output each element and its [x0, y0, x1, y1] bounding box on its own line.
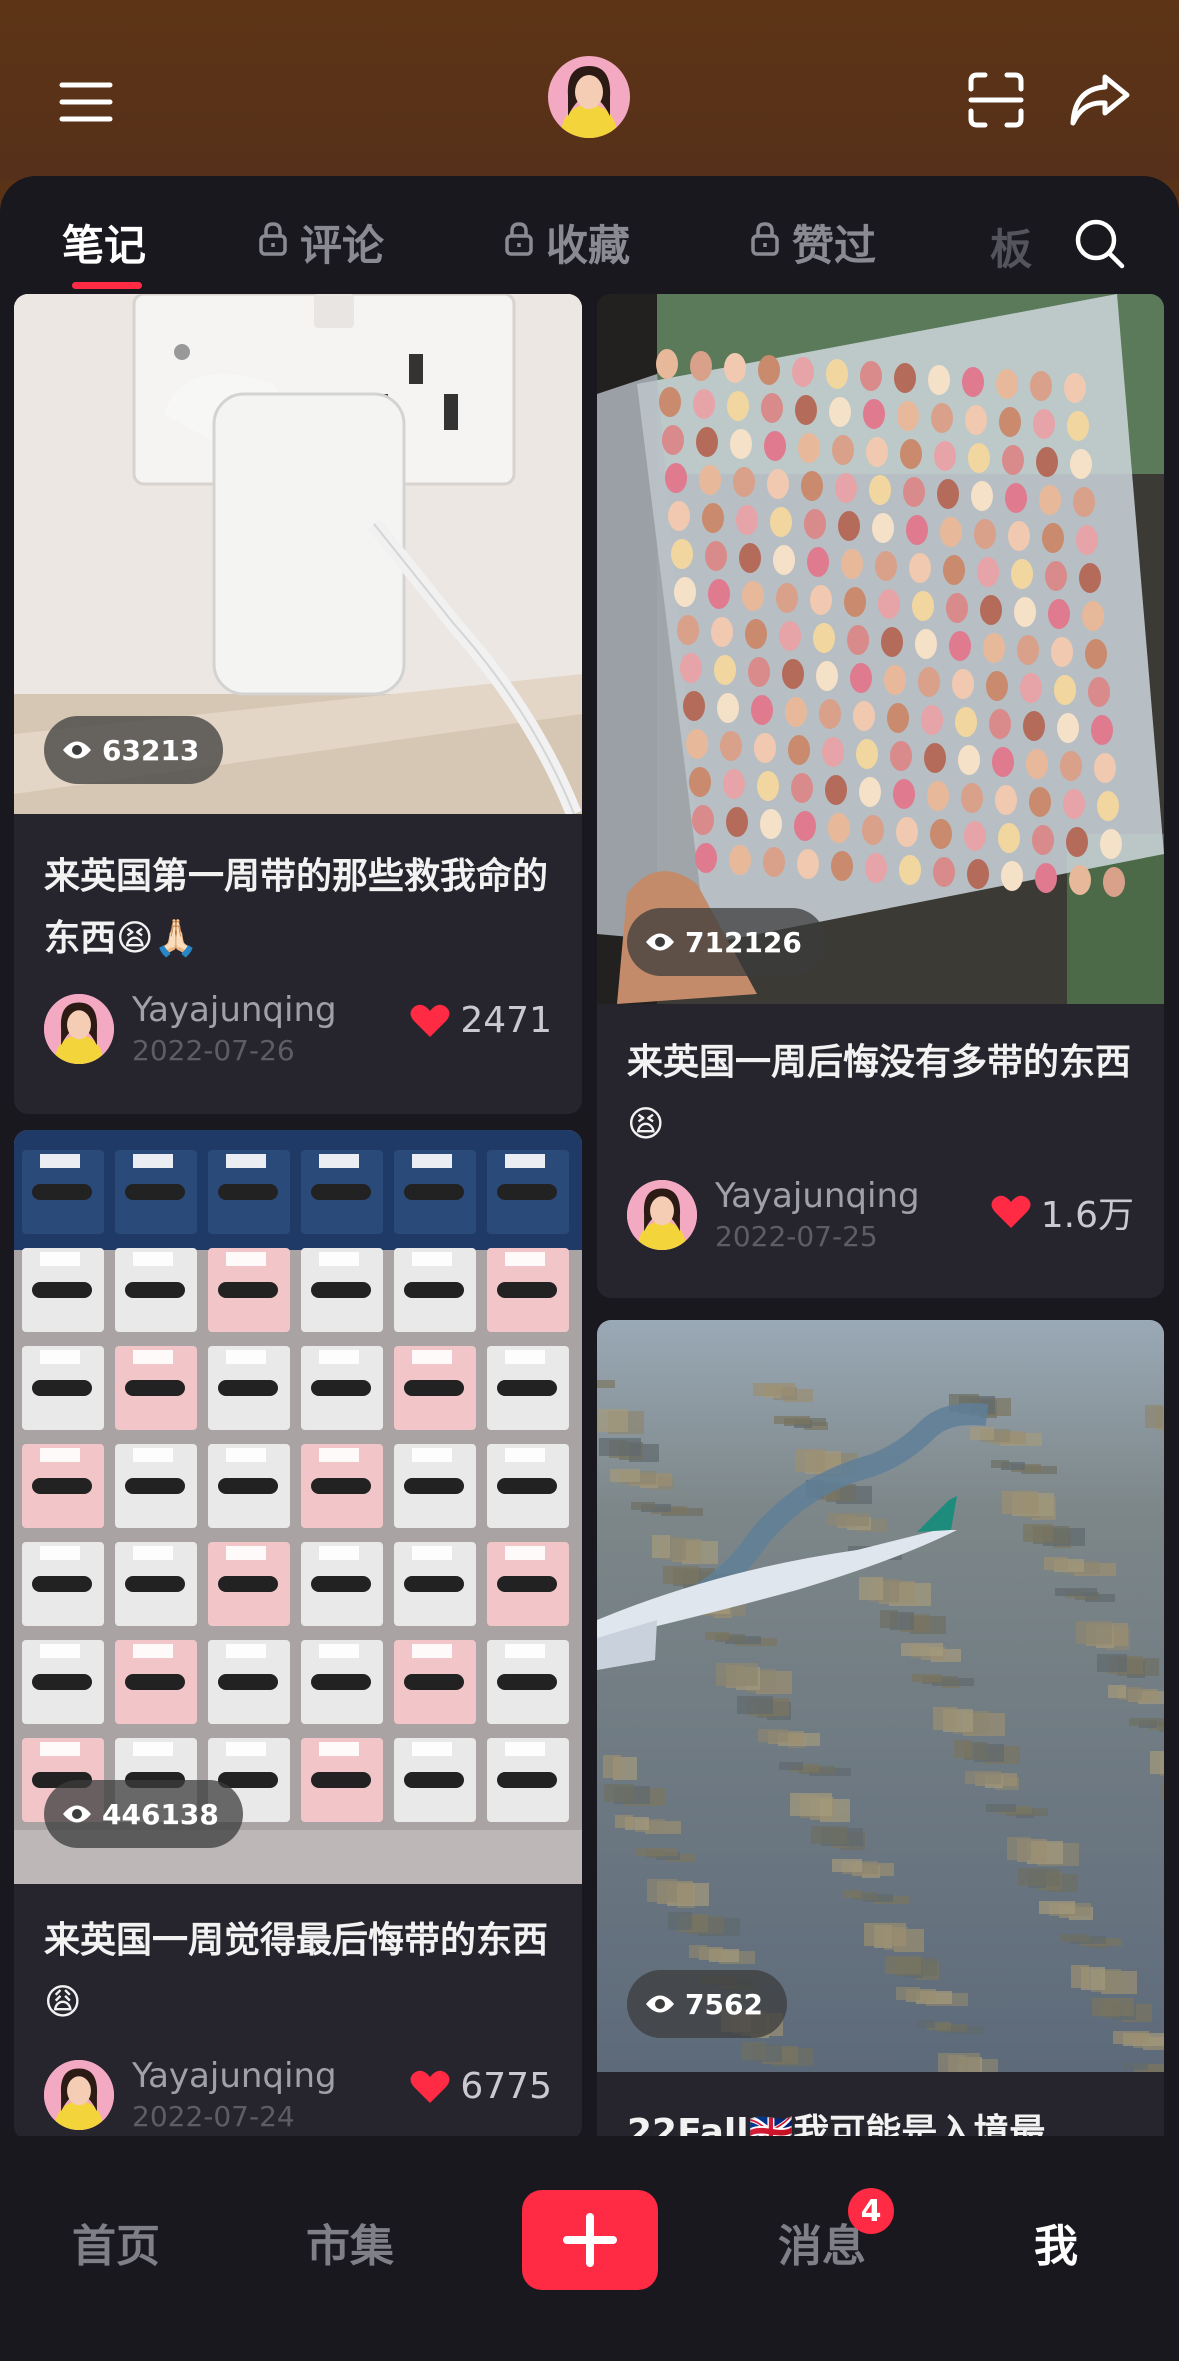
create-note-button[interactable] — [522, 2190, 658, 2290]
eye-icon — [63, 741, 91, 759]
profile-header — [0, 0, 1179, 180]
note-cover-image[interactable] — [597, 1320, 1164, 2072]
like-count: 2471 — [460, 1000, 552, 1041]
tab-label: 笔记 — [62, 220, 147, 270]
heart-icon — [991, 1195, 1031, 1228]
post-date: 2022-07-25 — [715, 1220, 878, 1253]
view-count-badge: 7562 — [627, 1970, 787, 2038]
bottom-nav: 首页 市集 消息 4 我 — [0, 2136, 1179, 2361]
search-icon[interactable] — [1072, 216, 1128, 272]
heart-icon — [410, 2070, 450, 2103]
author-name: Yayajunqing — [132, 990, 337, 1030]
like-button[interactable]: 6775 — [410, 2066, 552, 2107]
author-avatar[interactable] — [627, 1180, 697, 1250]
tab-boards[interactable]: 板 — [990, 216, 1032, 277]
post-date: 2022-07-26 — [132, 1034, 295, 1067]
note-card[interactable]: 63213 来英国第一周带的那些救我命的东西😫🙏🏻 Yayajunqing 20… — [14, 294, 582, 1114]
note-card[interactable]: 446138 来英国一周觉得最后悔带的东西😩 Yayajunqing 2022-… — [14, 1130, 582, 2140]
eye-icon — [646, 933, 674, 951]
menu-icon[interactable] — [46, 62, 126, 142]
tab-liked[interactable]: 赞过 — [750, 214, 876, 270]
note-cover-image[interactable] — [597, 294, 1164, 1004]
view-count-badge: 63213 — [44, 716, 224, 784]
post-date: 2022-07-24 — [132, 2100, 295, 2133]
scan-icon[interactable] — [956, 60, 1036, 140]
tab-label: 板 — [990, 225, 1032, 274]
author-name: Yayajunqing — [132, 2056, 337, 2096]
nav-home[interactable]: 首页 — [72, 2210, 160, 2274]
avatar[interactable] — [548, 56, 630, 138]
note-cover-image[interactable] — [14, 1130, 582, 1884]
view-count: 63213 — [102, 733, 200, 767]
share-icon[interactable] — [1058, 58, 1142, 142]
view-count: 712126 — [685, 925, 802, 959]
author-name: Yayajunqing — [715, 1176, 920, 1216]
notes-panel: 笔记 评论 收藏 赞过 板 63213 来英国第一周带的那些救我命的东西😫🙏🏻 … — [0, 176, 1179, 2361]
view-count-badge: 712126 — [627, 908, 826, 976]
note-title[interactable]: 来英国一周后悔没有多带的东西😫 — [627, 1032, 1138, 1156]
view-count-badge: 446138 — [44, 1780, 243, 1848]
like-count: 6775 — [460, 2066, 552, 2107]
view-count: 446138 — [102, 1797, 219, 1831]
eye-icon — [63, 1805, 91, 1823]
heart-icon — [410, 1004, 450, 1037]
note-title[interactable]: 来英国第一周带的那些救我命的东西😫🙏🏻 — [44, 846, 556, 970]
tab-label: 收藏 — [546, 220, 631, 270]
view-count: 7562 — [685, 1987, 763, 2021]
active-tab-indicator — [72, 282, 142, 289]
nav-market[interactable]: 市集 — [306, 2210, 394, 2274]
lock-icon — [504, 218, 534, 267]
lock-icon — [258, 218, 288, 267]
message-badge: 4 — [848, 2188, 894, 2234]
author-avatar[interactable] — [44, 2060, 114, 2130]
lock-icon — [750, 218, 780, 267]
tab-notes[interactable]: 笔记 — [62, 214, 146, 270]
tab-comments[interactable]: 评论 — [258, 214, 384, 270]
like-count: 1.6万 — [1040, 1195, 1134, 1236]
author-avatar[interactable] — [44, 994, 114, 1064]
tab-favorites[interactable]: 收藏 — [504, 214, 630, 270]
tab-label: 评论 — [300, 220, 385, 270]
nav-me[interactable]: 我 — [1034, 2210, 1078, 2274]
like-button[interactable]: 1.6万 — [991, 1186, 1134, 1238]
eye-icon — [646, 1995, 674, 2013]
profile-tabs: 笔记 评论 收藏 赞过 板 — [0, 176, 1179, 294]
plus-icon — [563, 2213, 617, 2267]
tab-label: 赞过 — [792, 220, 877, 270]
note-card[interactable]: 712126 来英国一周后悔没有多带的东西😫 Yayajunqing 2022-… — [597, 294, 1164, 1298]
note-title[interactable]: 来英国一周觉得最后悔带的东西😩 — [44, 1910, 556, 2034]
like-button[interactable]: 2471 — [410, 1000, 552, 1041]
